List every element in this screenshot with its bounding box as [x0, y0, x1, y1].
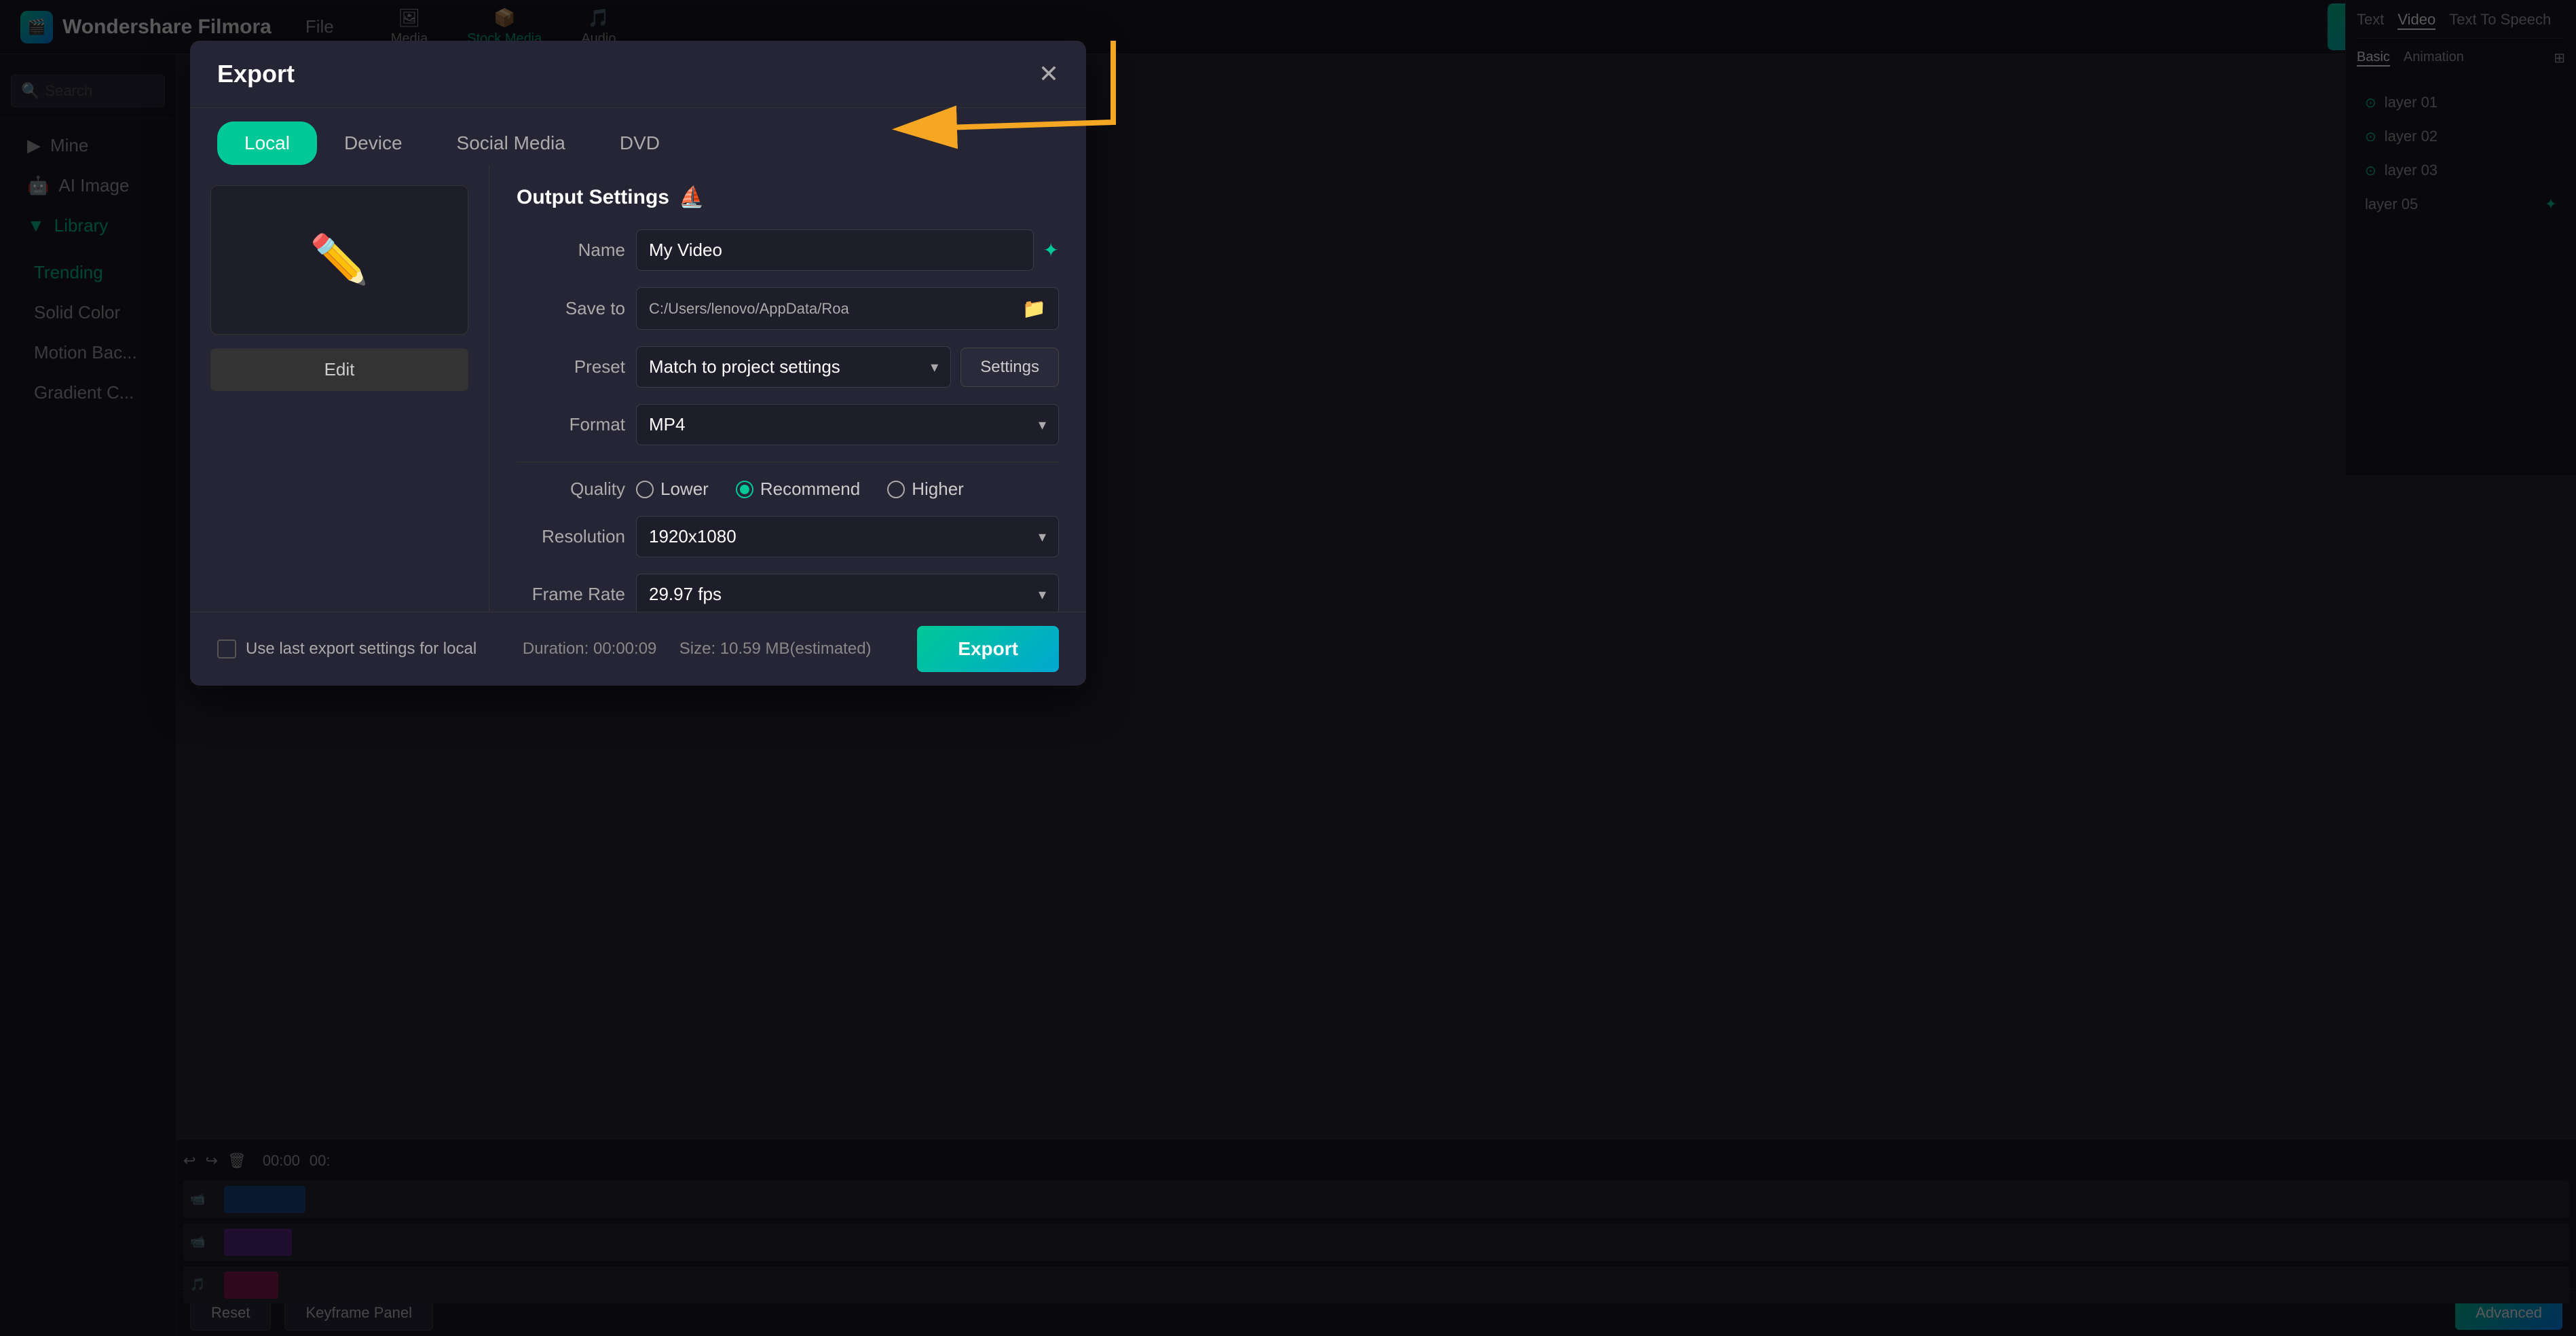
frame-rate-dropdown-arrow: ▾ [1039, 586, 1046, 604]
settings-header: Output Settings ⛵ [517, 185, 1059, 209]
preview-icon: ✏️ [310, 232, 369, 288]
save-to-control: C:/Users/lenovo/AppData/Roa 📁 [636, 287, 1059, 330]
export-tab-local[interactable]: Local [217, 122, 317, 165]
last-export-label: Use last export settings for local [246, 639, 477, 658]
frame-rate-row: Frame Rate 29.97 fps ▾ [517, 574, 1059, 612]
quality-lower-radio[interactable] [636, 481, 654, 498]
name-ai-icon[interactable]: ✦ [1043, 239, 1059, 261]
frame-rate-label: Frame Rate [517, 584, 625, 605]
name-control: ✦ [636, 229, 1059, 271]
preset-label: Preset [517, 356, 625, 377]
quality-label: Quality [517, 479, 625, 500]
footer-info: Duration: 00:00:09 Size: 10.59 MB(estima… [523, 639, 872, 658]
preset-dropdown-arrow: ▾ [931, 358, 938, 376]
app-container: 🎬 Wondershare Filmora File 🖼 Media 📦 Sto… [0, 0, 2576, 1336]
preset-value: Match to project settings [649, 356, 840, 377]
resolution-label: Resolution [517, 526, 625, 547]
settings-header-icon: ⛵ [679, 185, 704, 209]
preset-settings-button[interactable]: Settings [960, 348, 1059, 387]
save-to-label: Save to [517, 298, 625, 319]
frame-rate-select[interactable]: 29.97 fps ▾ [636, 574, 1059, 612]
preset-control: Match to project settings ▾ Settings [636, 346, 1059, 388]
format-row: Format MP4 ▾ [517, 404, 1059, 445]
resolution-row: Resolution 1920x1080 ▾ [517, 516, 1059, 557]
quality-recommend-option[interactable]: Recommend [736, 479, 860, 500]
edit-button[interactable]: Edit [210, 348, 468, 391]
name-input[interactable] [636, 229, 1034, 271]
quality-recommend-indicator [740, 485, 749, 494]
frame-rate-value: 29.97 fps [649, 584, 722, 605]
preview-thumbnail: ✏️ [210, 185, 468, 335]
export-tabs: Local Device Social Media DVD [190, 108, 1086, 165]
export-tab-social-media[interactable]: Social Media [430, 122, 593, 165]
resolution-select[interactable]: 1920x1080 ▾ [636, 516, 1059, 557]
folder-icon[interactable]: 📁 [1022, 297, 1046, 320]
name-row: Name ✦ [517, 229, 1059, 271]
last-export-checkbox[interactable] [217, 639, 236, 658]
quality-row: Quality Lower Recommend [517, 479, 1059, 500]
resolution-dropdown-arrow: ▾ [1039, 528, 1046, 546]
frame-rate-control: 29.97 fps ▾ [636, 574, 1059, 612]
quality-recommend-radio[interactable] [736, 481, 753, 498]
dialog-body: ✏️ Edit Output Settings ⛵ Name [190, 165, 1086, 612]
export-dialog: Export ✕ Local Device Social Media DVD ✏… [190, 41, 1086, 686]
format-value: MP4 [649, 414, 685, 435]
quality-recommend-label: Recommend [760, 479, 860, 500]
modal-overlay: Export ✕ Local Device Social Media DVD ✏… [0, 0, 2576, 1336]
save-path-display[interactable]: C:/Users/lenovo/AppData/Roa 📁 [636, 287, 1059, 330]
preset-select[interactable]: Match to project settings ▾ [636, 346, 951, 388]
dialog-title: Export [217, 60, 295, 88]
settings-pane: Output Settings ⛵ Name ✦ Save to [489, 165, 1086, 612]
preview-pane: ✏️ Edit [190, 165, 489, 612]
quality-lower-option[interactable]: Lower [636, 479, 709, 500]
preset-row: Preset Match to project settings ▾ Setti… [517, 346, 1059, 388]
dialog-footer: Use last export settings for local Durat… [190, 612, 1086, 686]
resolution-value: 1920x1080 [649, 526, 736, 547]
duration-label: Duration: 00:00:09 [523, 639, 656, 658]
output-settings-label: Output Settings [517, 186, 669, 209]
last-export-checkbox-row: Use last export settings for local [217, 639, 477, 658]
format-control: MP4 ▾ [636, 404, 1059, 445]
export-tab-device[interactable]: Device [317, 122, 430, 165]
save-path-value: C:/Users/lenovo/AppData/Roa [649, 300, 849, 318]
quality-higher-option[interactable]: Higher [887, 479, 964, 500]
size-label: Size: 10.59 MB(estimated) [679, 639, 872, 658]
quality-lower-label: Lower [660, 479, 709, 500]
format-dropdown-arrow: ▾ [1039, 416, 1046, 434]
quality-group: Lower Recommend Highe [636, 479, 964, 500]
save-to-row: Save to C:/Users/lenovo/AppData/Roa 📁 [517, 287, 1059, 330]
export-submit-button[interactable]: Export [917, 626, 1059, 672]
resolution-control: 1920x1080 ▾ [636, 516, 1059, 557]
name-label: Name [517, 240, 625, 261]
format-label: Format [517, 414, 625, 435]
dialog-header: Export ✕ [190, 41, 1086, 108]
quality-higher-radio[interactable] [887, 481, 905, 498]
format-select[interactable]: MP4 ▾ [636, 404, 1059, 445]
dialog-close-button[interactable]: ✕ [1039, 60, 1059, 88]
export-tab-dvd[interactable]: DVD [593, 122, 687, 165]
quality-higher-label: Higher [912, 479, 964, 500]
